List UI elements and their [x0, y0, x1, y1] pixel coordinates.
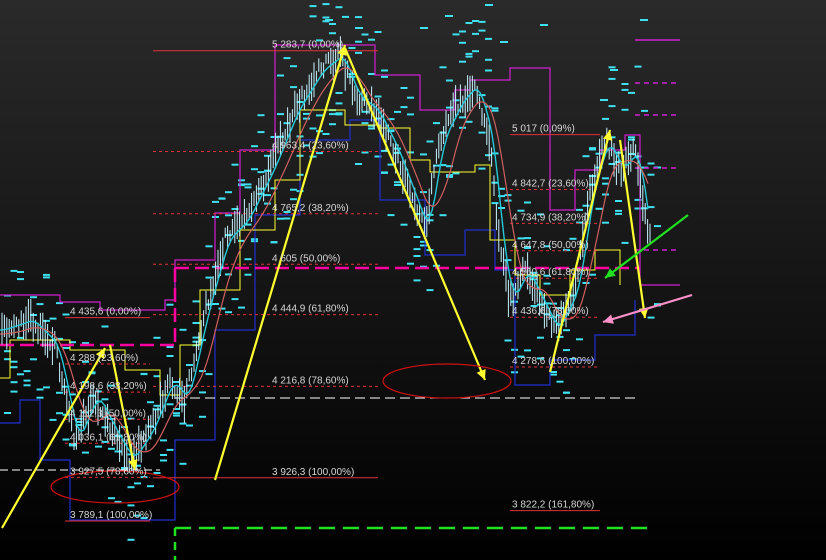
fib-level-label: 4 842,7 (23,60%): [512, 179, 589, 190]
fib-level-label: 4 036,1 (61,80%): [70, 432, 147, 443]
fib-level-label: 4 288 (23,60%): [70, 353, 138, 364]
price-chart: 4 435,6 (0,00%) 4 288 (23,60%) 4 198,6 (38…: [0, 0, 826, 560]
fib-level-label: 4 216,8 (78,60%): [272, 375, 349, 386]
fib-level-label: 4 605 (50,00%): [272, 253, 340, 264]
fib-level-label: 5 017 (0,09%): [512, 124, 575, 135]
fib-level-label: 4 647,8 (50,00%): [512, 240, 589, 251]
fib-level-label: 4 112,3 (50,00%): [70, 408, 146, 419]
fib-level-label: 3 926,3 (100,00%): [272, 467, 354, 478]
fib-level-label: 4 560,6 (61,80%): [512, 267, 589, 278]
fib-level-label: 4 435,6 (0,00%): [70, 307, 141, 318]
fib-level-label: 4 765,2 (38,20%): [272, 203, 349, 214]
fib-level-label: 3 822,2 (161,80%): [512, 500, 594, 511]
fib-level-label: 4 278,6 (100,00%): [512, 356, 594, 367]
fib-level-label: 3 927,5 (78,60%): [70, 466, 147, 477]
fib-level-label: 5 283,7 (0,00%): [272, 40, 343, 51]
fib-level-label: 4 734,9 (38,20%): [512, 212, 589, 223]
fib-level-label: 4 444,9 (61,80%): [272, 304, 349, 315]
fib-level-label: 4 436,6 (78,60%): [512, 306, 589, 317]
fib-level-label: 4 963,4 (23,60%): [272, 141, 349, 152]
fib-level-label: 3 789,1 (100,00%): [70, 510, 152, 521]
fib-level-label: 4 198,6 (38,20%): [70, 381, 147, 392]
